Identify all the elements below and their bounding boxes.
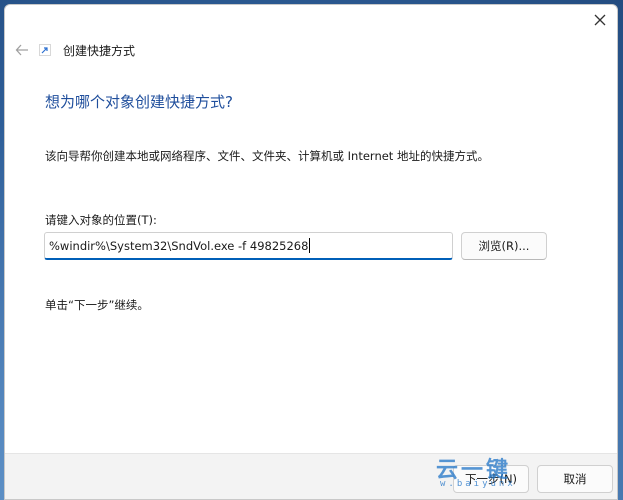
continue-hint: 单击“下一步”继续。 — [45, 298, 149, 312]
text-caret — [309, 238, 311, 253]
wizard-footer: 下一步(N) 取消 — [5, 453, 617, 499]
create-shortcut-dialog: 创建快捷方式 想为哪个对象创建快捷方式? 该向导帮你创建本地或网络程序、文件、文… — [4, 4, 618, 500]
location-input-value: %windir%\System32\SndVol.exe -f 49825268 — [49, 238, 309, 253]
browse-button[interactable]: 浏览(R)... — [461, 232, 547, 260]
shortcut-icon — [39, 44, 51, 56]
close-button[interactable] — [585, 7, 615, 33]
close-icon — [594, 14, 606, 26]
cancel-button[interactable]: 取消 — [537, 465, 613, 493]
back-button[interactable] — [11, 39, 33, 61]
wizard-title: 创建快捷方式 — [63, 44, 136, 58]
next-button[interactable]: 下一步(N) — [453, 465, 529, 493]
location-input[interactable]: %windir%\System32\SndVol.exe -f 49825268 — [44, 232, 453, 260]
wizard-description: 该向导帮你创建本地或网络程序、文件、文件夹、计算机或 Internet 地址的快… — [45, 149, 489, 163]
location-label: 请键入对象的位置(T): — [45, 213, 157, 227]
wizard-header: 创建快捷方式 — [5, 39, 617, 61]
page-heading: 想为哪个对象创建快捷方式? — [45, 93, 233, 111]
back-arrow-icon — [15, 44, 28, 56]
